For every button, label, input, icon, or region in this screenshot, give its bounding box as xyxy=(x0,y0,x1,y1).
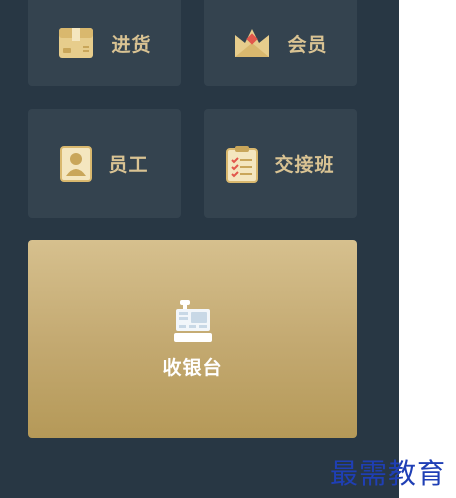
id-card-icon xyxy=(60,145,93,182)
tile-purchase[interactable]: 进货 xyxy=(28,0,181,86)
tile-shift-handover[interactable]: 交接班 xyxy=(204,109,357,218)
box-icon xyxy=(59,28,94,58)
cash-register-icon xyxy=(173,299,212,342)
tile-member[interactable]: 会员 xyxy=(204,0,357,86)
tile-shift-handover-label: 交接班 xyxy=(274,154,335,176)
clipboard-icon xyxy=(226,145,259,183)
tile-member-label: 会员 xyxy=(287,33,328,56)
watermark-text: 最需教育 xyxy=(330,457,447,490)
cashier-label: 收银台 xyxy=(162,356,223,379)
cashier-button[interactable]: 收银台 xyxy=(28,240,357,438)
tile-purchase-label: 进货 xyxy=(111,33,152,56)
tile-staff-label: 员工 xyxy=(108,154,149,176)
side-panel: 进货 会员 员工 交接班 收银台 xyxy=(0,0,399,498)
tile-staff[interactable]: 员工 xyxy=(28,109,181,218)
crown-icon xyxy=(235,29,270,57)
